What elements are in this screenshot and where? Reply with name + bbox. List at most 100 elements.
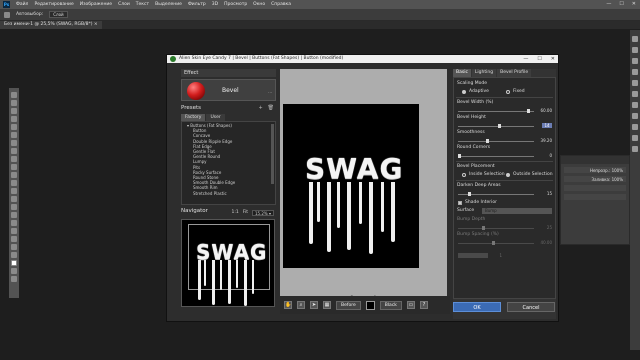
brush-tool-icon[interactable] xyxy=(11,148,17,154)
menu-select[interactable]: Выделение xyxy=(155,2,182,7)
zoom-1to1-button[interactable]: 1:1 xyxy=(231,208,238,217)
grid-view-icon[interactable]: ▦ xyxy=(323,301,331,309)
hand-tool-icon[interactable]: ✋ xyxy=(284,301,292,309)
before-button[interactable]: Before xyxy=(336,300,361,310)
menu-file[interactable]: Файл xyxy=(16,2,28,7)
effect-menu-icon[interactable]: ··· xyxy=(268,90,272,95)
eraser-tool-icon[interactable] xyxy=(11,172,17,178)
eyedropper-tool-icon[interactable] xyxy=(11,132,17,138)
menu-edit[interactable]: Редактирование xyxy=(34,2,73,7)
dialog-maximize-button[interactable]: ☐ xyxy=(537,55,541,63)
dialog-minimize-button[interactable]: — xyxy=(523,55,528,63)
delete-preset-icon[interactable]: 🗑 xyxy=(268,104,274,113)
dialog-close-button[interactable]: ✕ xyxy=(551,55,555,63)
close-button[interactable]: ✕ xyxy=(632,1,636,7)
move-tool-icon[interactable] xyxy=(11,92,17,98)
gradient-tool-icon[interactable] xyxy=(11,180,17,186)
pen-tool-icon[interactable] xyxy=(11,204,17,210)
tab-lighting[interactable]: Lighting xyxy=(471,69,497,77)
tab-basic[interactable]: Basic xyxy=(453,69,471,77)
random-seed-value[interactable]: 1 xyxy=(488,253,502,258)
zoom-level-dropdown[interactable]: 15.2% ▾ xyxy=(252,209,274,216)
smoothness-value[interactable]: 39.20 xyxy=(538,138,552,143)
smoothness-slider-track[interactable] xyxy=(458,141,534,142)
swatches-panel-icon[interactable] xyxy=(632,80,638,86)
menu-type[interactable]: Текст xyxy=(136,2,149,7)
bump-spacing-slider-thumb[interactable] xyxy=(492,241,495,245)
character-panel-icon[interactable] xyxy=(632,113,638,119)
round-corners-slider-thumb[interactable] xyxy=(458,154,461,158)
menu-help[interactable]: Справка xyxy=(271,2,291,7)
menu-image[interactable]: Изображение xyxy=(80,2,112,7)
random-seed-field[interactable] xyxy=(458,253,488,258)
menu-window[interactable]: Окно xyxy=(253,2,265,7)
bump-spacing-slider-track[interactable] xyxy=(458,243,534,244)
document-tab[interactable]: Без имени-1 @ 25,5% (SWAG, RGB/8*) × xyxy=(0,21,102,29)
darken-deep-slider-thumb[interactable] xyxy=(468,192,471,196)
bump-spacing-value[interactable]: 40.00 xyxy=(538,240,552,245)
stamp-tool-icon[interactable] xyxy=(11,156,17,162)
surface-dropdown[interactable]: Bump xyxy=(482,208,552,214)
preview-canvas[interactable]: SWAG xyxy=(283,104,419,268)
outside-selection-radio[interactable] xyxy=(506,173,510,177)
navigator-preview[interactable]: SWAG xyxy=(181,219,275,307)
effect-selector[interactable]: Bevel ··· xyxy=(181,79,276,101)
minimize-button[interactable]: — xyxy=(606,1,611,7)
more-tools-icon[interactable] xyxy=(11,252,17,258)
zoom-tool-icon[interactable]: ⌕ xyxy=(297,301,305,309)
history-panel-icon[interactable] xyxy=(632,36,638,42)
bevel-height-slider-thumb[interactable] xyxy=(498,124,501,128)
blur-tool-icon[interactable] xyxy=(11,188,17,194)
inside-selection-radio[interactable] xyxy=(462,173,466,177)
layers-panel-icon[interactable] xyxy=(632,124,638,130)
type-tool-icon[interactable] xyxy=(11,212,17,218)
bump-depth-value[interactable]: 25 xyxy=(538,225,552,230)
layer-row[interactable] xyxy=(564,185,626,191)
autoselect-dropdown[interactable]: Слой xyxy=(49,11,68,18)
channels-panel-icon[interactable] xyxy=(632,135,638,141)
adaptive-radio[interactable] xyxy=(462,90,466,94)
preview-mode-icon[interactable]: ▭ xyxy=(406,301,415,309)
tab-user[interactable]: User xyxy=(206,114,225,121)
select-tool-icon[interactable]: ➤ xyxy=(310,301,318,309)
hand-tool-icon[interactable] xyxy=(11,236,17,242)
properties-panel-icon[interactable] xyxy=(632,47,638,53)
opacity-field[interactable]: Непрозр.: 100% xyxy=(564,167,626,173)
quick-mask-icon[interactable] xyxy=(11,268,17,274)
shade-interior-checkbox[interactable] xyxy=(458,201,462,205)
background-dropdown[interactable]: Black xyxy=(379,300,402,310)
bevel-height-value[interactable]: 14 xyxy=(542,123,552,128)
fill-field[interactable]: Заливка: 100% xyxy=(564,176,626,182)
bevel-width-value[interactable]: 60.00 xyxy=(538,108,552,113)
marquee-tool-icon[interactable] xyxy=(11,100,17,106)
dodge-tool-icon[interactable] xyxy=(11,196,17,202)
maximize-button[interactable]: ☐ xyxy=(619,1,623,7)
autoselect-label[interactable]: Автовыбор: xyxy=(16,12,43,17)
preview-area[interactable]: SWAG Без имени-1 xyxy=(280,69,447,309)
menu-layers[interactable]: Слои xyxy=(118,2,130,7)
bump-depth-slider-thumb[interactable] xyxy=(482,226,485,230)
lasso-tool-icon[interactable] xyxy=(11,108,17,114)
zoom-tool-icon[interactable] xyxy=(11,244,17,250)
menu-view[interactable]: Просмотр xyxy=(224,2,247,7)
foreground-color-swatch[interactable] xyxy=(11,260,17,266)
layer-row[interactable] xyxy=(564,194,626,200)
darken-deep-value[interactable]: 15 xyxy=(538,191,552,196)
crop-tool-icon[interactable] xyxy=(11,124,17,130)
color-panel-icon[interactable] xyxy=(632,69,638,75)
bump-depth-slider-track[interactable] xyxy=(458,228,534,229)
quick-select-tool-icon[interactable] xyxy=(11,116,17,122)
screen-mode-icon[interactable] xyxy=(11,276,17,282)
adjustments-panel-icon[interactable] xyxy=(632,58,638,64)
background-color-swatch[interactable] xyxy=(365,300,375,310)
path-select-tool-icon[interactable] xyxy=(11,220,17,226)
tab-bevel-profile[interactable]: Bevel Profile xyxy=(497,69,532,77)
bevel-width-slider-thumb[interactable] xyxy=(527,109,530,113)
fixed-radio[interactable] xyxy=(506,90,510,94)
paths-panel-icon[interactable] xyxy=(632,146,638,152)
libraries-panel-icon[interactable] xyxy=(632,91,638,97)
move-tool-icon[interactable] xyxy=(4,11,10,18)
round-corners-value[interactable]: 0 xyxy=(538,153,552,158)
bevel-width-slider-track[interactable] xyxy=(458,111,534,112)
history-brush-tool-icon[interactable] xyxy=(11,164,17,170)
